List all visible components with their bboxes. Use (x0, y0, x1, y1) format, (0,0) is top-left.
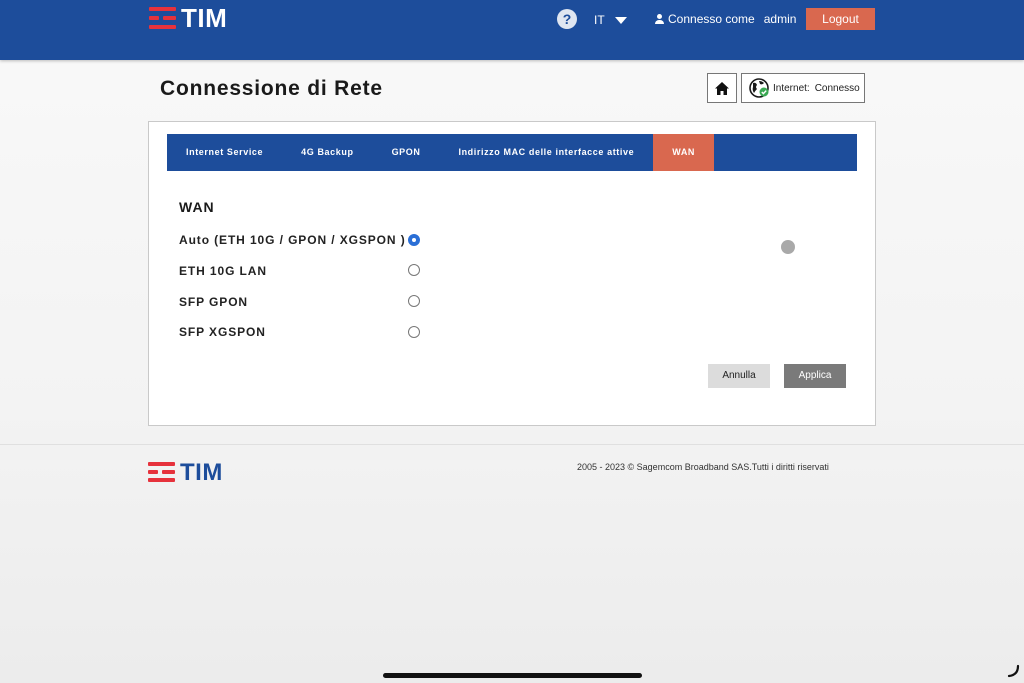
tab-mac-address[interactable]: Indirizzo MAC delle interfacce attive (439, 134, 653, 171)
radio-eth-10g-lan[interactable] (408, 264, 420, 276)
option-label-eth-10g-lan: ETH 10G LAN (179, 264, 267, 278)
settings-panel: Internet Service 4G Backup GPON Indirizz… (148, 121, 876, 426)
language-selector[interactable]: IT (594, 13, 627, 27)
resize-handle-icon[interactable] (1006, 664, 1020, 678)
tab-bar: Internet Service 4G Backup GPON Indirizz… (167, 134, 857, 171)
footer-logo-text: TIM (180, 459, 223, 486)
loading-dot-icon (781, 240, 795, 254)
apply-button[interactable]: Applica (784, 364, 846, 388)
tim-logo-mark-icon (149, 7, 176, 29)
footer-logo: TIM (148, 459, 223, 486)
tim-logo-text: TIM (181, 3, 228, 33)
option-label-auto: Auto (ETH 10G / GPON / XGSPON ) (179, 233, 406, 247)
option-label-sfp-xgspon: SFP XGSPON (179, 325, 266, 339)
tab-wan[interactable]: WAN (653, 134, 715, 171)
tab-internet-service[interactable]: Internet Service (167, 134, 282, 171)
user-label: Connesso come (668, 12, 755, 26)
language-label: IT (594, 13, 605, 27)
internet-status-value: Connesso (814, 82, 860, 94)
tab-gpon[interactable]: GPON (373, 134, 440, 171)
radio-sfp-xgspon[interactable] (408, 326, 420, 338)
home-icon (715, 81, 729, 95)
user-info: Connesso come admin (655, 12, 796, 26)
globe-icon (749, 78, 769, 98)
radio-sfp-gpon[interactable] (408, 295, 420, 307)
internet-label: Internet: (773, 82, 810, 94)
option-label-sfp-gpon: SFP GPON (179, 295, 248, 309)
copyright-text: 2005 - 2023 © Sagemcom Broadband SAS.Tut… (577, 462, 829, 472)
cancel-button[interactable]: Annulla (708, 364, 770, 388)
radio-auto[interactable] (408, 234, 420, 246)
page-title: Connessione di Rete (160, 77, 383, 100)
chevron-down-icon (614, 16, 627, 24)
tab-4g-backup[interactable]: 4G Backup (282, 134, 372, 171)
top-bar: TIM ? IT Connesso come admin Logout (0, 0, 1024, 60)
home-button[interactable] (707, 73, 737, 103)
user-icon (655, 13, 664, 25)
tim-logo-mark-icon (148, 462, 175, 484)
footer-divider (0, 444, 1024, 445)
logout-button[interactable]: Logout (806, 8, 875, 30)
internet-status-box[interactable]: Internet: Connesso (741, 73, 865, 103)
home-indicator[interactable] (383, 673, 642, 678)
username: admin (763, 12, 797, 26)
tim-logo[interactable]: TIM (149, 3, 228, 33)
section-title: WAN (179, 199, 215, 215)
help-icon[interactable]: ? (557, 9, 577, 29)
